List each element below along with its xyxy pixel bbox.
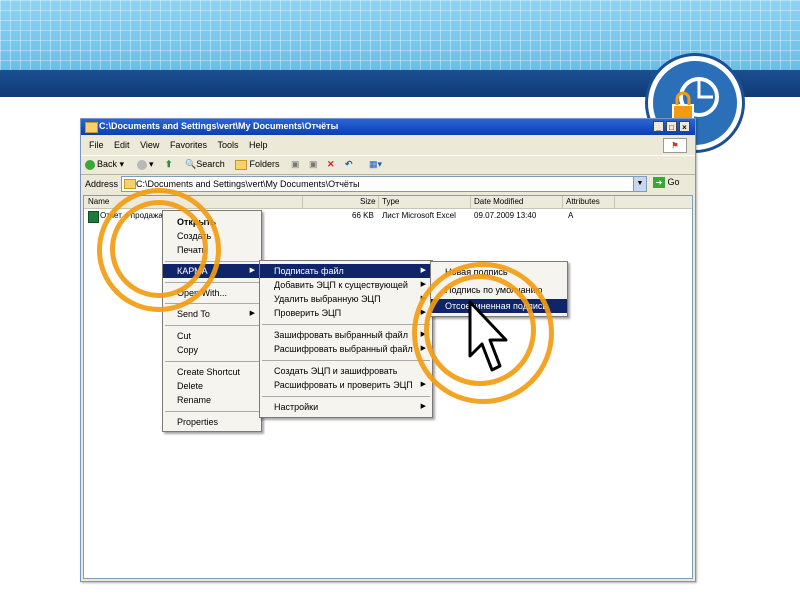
search-button[interactable]: 🔍Search: [185, 159, 225, 170]
folder-icon: [124, 179, 136, 189]
menu-item-create-shortcut[interactable]: Create Shortcut: [163, 365, 261, 379]
column-name[interactable]: Name: [88, 197, 109, 206]
folders-icon: [235, 159, 247, 170]
highlight-ring-inner: [110, 200, 208, 298]
chevron-right-icon: ▶: [420, 267, 426, 274]
menu-item-decrypt-file[interactable]: Расшифровать выбранный файл ▶: [260, 342, 432, 356]
folders-button[interactable]: Folders: [235, 159, 280, 170]
forward-arrow-icon: [137, 159, 147, 170]
excel-file-icon: [88, 211, 99, 223]
menu-view[interactable]: View: [140, 140, 159, 150]
search-icon: 🔍: [185, 159, 197, 169]
menu-item-cut[interactable]: Cut: [163, 329, 261, 343]
file-attributes: A: [568, 211, 574, 220]
column-attributes[interactable]: Attributes: [566, 197, 600, 206]
menu-favorites[interactable]: Favorites: [170, 140, 207, 150]
search-label: Search: [196, 159, 225, 169]
forward-button[interactable]: ▾: [137, 159, 154, 170]
column-date-modified[interactable]: Date Modified: [474, 197, 523, 206]
chevron-right-icon: ▶: [249, 310, 255, 317]
menu-item-rename[interactable]: Rename: [163, 393, 261, 407]
delete-icon[interactable]: ✕: [327, 159, 335, 170]
windows-logo-icon: ⚑: [663, 138, 687, 153]
menu-item-remove-signature[interactable]: Удалить выбранную ЭЦП ▶: [260, 292, 432, 306]
file-date: 09.07.2009 13:40: [474, 211, 537, 220]
menu-item-properties[interactable]: Properties: [163, 415, 261, 429]
chevron-right-icon: ▶: [420, 403, 426, 410]
back-button[interactable]: Back ▾: [85, 159, 124, 170]
address-label: Address: [85, 179, 119, 189]
menu-edit[interactable]: Edit: [114, 140, 130, 150]
address-input[interactable]: C:\Documents and Settings\vert\My Docume…: [121, 176, 647, 192]
menu-file[interactable]: File: [89, 140, 104, 150]
back-label: Back: [97, 159, 118, 169]
menu-tools[interactable]: Tools: [217, 140, 238, 150]
go-button[interactable]: ➜ Go: [653, 177, 680, 189]
menu-help[interactable]: Help: [249, 140, 268, 150]
folders-label: Folders: [249, 159, 280, 169]
copy-to-icon[interactable]: ▣: [309, 159, 318, 170]
chevron-right-icon: ▶: [249, 267, 255, 274]
menu-item-delete[interactable]: Delete: [163, 379, 261, 393]
menu-item-decrypt-and-verify[interactable]: Расшифровать и проверить ЭЦП ▶: [260, 378, 432, 392]
menu-item-verify-signature[interactable]: Проверить ЭЦП ▶: [260, 306, 432, 320]
toolbar: Back ▾ ▾ ⬆ 🔍Search Folders ▣ ▣ ✕ ↶ ▦▾: [81, 155, 695, 175]
window-title: C:\Documents and Settings\vert\My Docume…: [99, 121, 339, 131]
column-type[interactable]: Type: [382, 197, 399, 206]
menu-item-encrypt-file[interactable]: Зашифровать выбранный файл ▶: [260, 328, 432, 342]
column-size[interactable]: Size: [360, 197, 376, 206]
mouse-cursor-icon: [468, 300, 508, 372]
title-bar[interactable]: C:\Documents and Settings\vert\My Docume…: [81, 119, 695, 135]
chevron-down-icon[interactable]: ▼: [633, 177, 646, 191]
chevron-right-icon: ▶: [420, 281, 426, 288]
up-folder-icon[interactable]: ⬆: [165, 159, 173, 170]
menu-item-sign-and-encrypt[interactable]: Создать ЭЦП и зашифровать: [260, 364, 432, 378]
go-label: Go: [667, 177, 680, 187]
address-value: C:\Documents and Settings\vert\My Docume…: [136, 179, 360, 189]
minimize-button[interactable]: _: [653, 121, 664, 132]
folder-icon: [85, 122, 98, 133]
menu-bar: File Edit View Favorites Tools Help ⚑: [81, 137, 695, 153]
file-size: 66 KB: [352, 211, 374, 220]
karma-submenu: Подписать файл ▶ Добавить ЭЦП к существую…: [259, 260, 433, 418]
close-button[interactable]: ×: [679, 121, 690, 132]
menu-item-settings[interactable]: Настройки ▶: [260, 400, 432, 414]
move-to-icon[interactable]: ▣: [291, 159, 300, 170]
views-icon[interactable]: ▦▾: [369, 159, 382, 170]
menu-item-add-signature[interactable]: Добавить ЭЦП к существующей ▶: [260, 278, 432, 292]
chevron-right-icon: ▶: [420, 381, 426, 388]
go-arrow-icon: ➜: [653, 177, 665, 189]
file-type: Лист Microsoft Excel: [382, 211, 456, 220]
menu-item-sign-file[interactable]: Подписать файл ▶: [260, 264, 432, 278]
undo-icon[interactable]: ↶: [345, 159, 353, 170]
menu-item-copy[interactable]: Copy: [163, 343, 261, 357]
back-arrow-icon: [85, 159, 95, 170]
maximize-button[interactable]: □: [666, 121, 677, 132]
